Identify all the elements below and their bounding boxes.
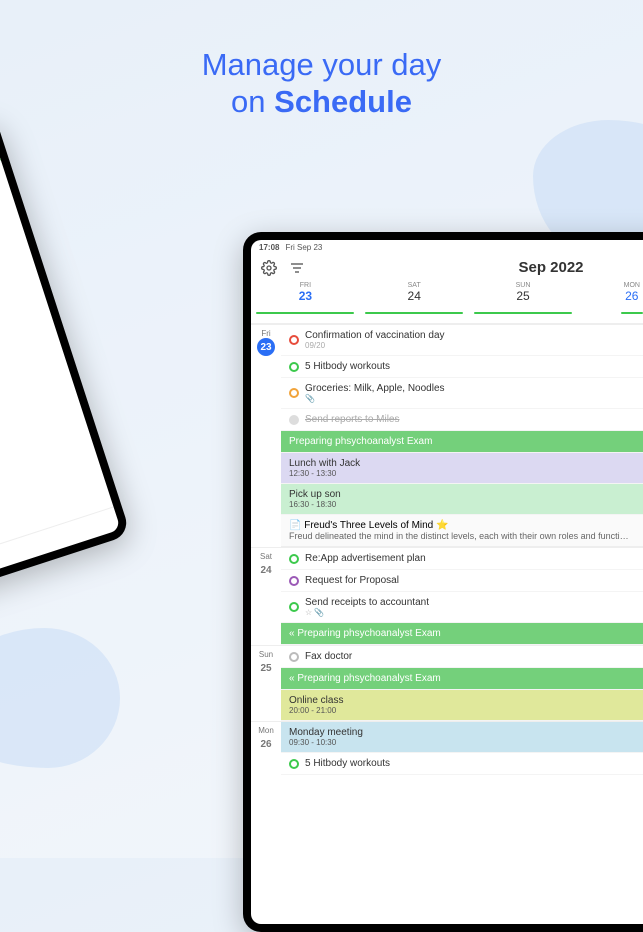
- hero-heading: Manage your day on Schedule: [0, 0, 643, 120]
- day-number: 25: [257, 659, 275, 677]
- day-col-fri[interactable]: FRI 23: [251, 282, 360, 321]
- task-extra: 📎: [305, 394, 445, 403]
- task-row[interactable]: Confirmation of vaccination day 09/20: [281, 325, 643, 356]
- week-strip[interactable]: FRI 23 SAT 24 SUN 25 MON 26 TUE 27: [251, 280, 643, 324]
- event-block[interactable]: « Preparing phsychoanalyst Exam: [281, 668, 643, 690]
- status-date: Fri Sep 23: [285, 243, 322, 252]
- task-title: Groceries: Milk, Apple, Noodles: [305, 383, 445, 394]
- event-block[interactable]: Lunch with Jack 12:30 - 13:30: [281, 453, 643, 484]
- dot-icon: [289, 362, 299, 372]
- task-row[interactable]: 5 Hitbody workouts: [281, 356, 643, 378]
- dot-icon: [289, 388, 299, 398]
- toolbar: Sep 2022: [251, 255, 643, 280]
- date-label: Mon 26: [251, 722, 281, 775]
- task-row-completed[interactable]: Send reports to Miles: [281, 409, 643, 431]
- dot-icon: [289, 335, 299, 345]
- dot-icon: [289, 415, 299, 425]
- status-time: 17:08: [259, 243, 279, 252]
- task-title: 5 Hitbody workouts: [305, 361, 390, 372]
- bg-blob: [0, 628, 120, 768]
- schedule-content[interactable]: Fri 23 Confirmation of vaccination day 0…: [251, 324, 643, 924]
- block-title: « Preparing phsychoanalyst Exam: [289, 673, 441, 684]
- day-number: 24: [360, 289, 469, 303]
- task-row[interactable]: Request for Proposal: [281, 570, 643, 592]
- day-col-sun[interactable]: SUN 25: [469, 282, 578, 321]
- note-title: 📄 Freud's Three Levels of Mind ⭐: [289, 520, 643, 531]
- date-label: Fri 23: [251, 325, 281, 547]
- block-time: 09:30 - 10:30: [289, 738, 643, 747]
- dow-label: SAT: [360, 282, 469, 289]
- day-number: 23: [257, 338, 275, 356]
- day-col-mon[interactable]: MON 26: [577, 282, 643, 321]
- task-row[interactable]: 5 Hitbody workouts: [281, 753, 643, 775]
- task-title: Fax doctor: [305, 651, 352, 662]
- hero-line2: on Schedule: [0, 83, 643, 120]
- task-title: Request for Proposal: [305, 575, 399, 586]
- day-section-fri23: Fri 23 Confirmation of vaccination day 0…: [251, 324, 643, 547]
- task-row[interactable]: Send receipts to accountant☆ 📎: [281, 592, 643, 623]
- date-label: Sun 25: [251, 646, 281, 721]
- day-section-mon26: Mon 26 Monday meeting 09:30 - 10:30 5 Hi…: [251, 721, 643, 775]
- tablet-main: 17:08 Fri Sep 23 Sep 2022 FRI 23 SAT 24: [243, 232, 643, 932]
- task-row[interactable]: Re:App advertisement plan: [281, 548, 643, 570]
- tablet-left: 23 24 st Exam Re:App advertisement Reque…: [0, 116, 131, 624]
- month-title[interactable]: Sep 2022: [317, 259, 643, 276]
- block-title: Online class: [289, 695, 643, 706]
- day-col-sat[interactable]: SAT 24: [360, 282, 469, 321]
- dow-label: MON: [577, 282, 643, 289]
- task-title: Confirmation of vaccination day: [305, 330, 445, 341]
- task-title: Send reports to Miles: [305, 414, 400, 425]
- block-title: « Preparing phsychoanalyst Exam: [289, 628, 441, 639]
- block-title: Preparing phsychoanalyst Exam: [289, 436, 432, 447]
- block-title: Monday meeting: [289, 727, 643, 738]
- day-number: 24: [257, 561, 275, 579]
- block-title: Pick up son: [289, 489, 643, 500]
- task-extra: ☆ 📎: [305, 608, 429, 617]
- task-title: Send receipts to accountant: [305, 597, 429, 608]
- dot-icon: [289, 652, 299, 662]
- block-time: 12:30 - 13:30: [289, 469, 643, 478]
- block-time: 20:00 - 21:00: [289, 706, 643, 715]
- dot-icon: [289, 554, 299, 564]
- block-time: 16:30 - 18:30: [289, 500, 643, 509]
- dot-icon: [289, 759, 299, 769]
- day-section-sun25: Sun 25 Fax doctor « Preparing phsychoana…: [251, 645, 643, 721]
- event-block[interactable]: Online class 20:00 - 21:00: [281, 690, 643, 721]
- event-block[interactable]: Pick up son 16:30 - 18:30: [281, 484, 643, 515]
- dow-label: FRI: [251, 282, 360, 289]
- task-row[interactable]: Groceries: Milk, Apple, Noodles 📎: [281, 378, 643, 409]
- gear-icon[interactable]: [261, 260, 277, 276]
- note-body: Freud delineated the mind in the distinc…: [289, 531, 643, 541]
- day-number: 25: [469, 289, 578, 303]
- dot-icon: [289, 576, 299, 586]
- day-section-sat24: Sat 24 Re:App advertisement plan Request…: [251, 547, 643, 645]
- date-label: Sat 24: [251, 548, 281, 645]
- task-title: Re:App advertisement plan: [305, 553, 426, 564]
- hero-line1: Manage your day: [0, 46, 643, 83]
- note-block[interactable]: 📄 Freud's Three Levels of Mind ⭐ Freud d…: [281, 515, 643, 547]
- event-block[interactable]: Monday meeting 09:30 - 10:30: [281, 722, 643, 753]
- task-row[interactable]: Fax doctor: [281, 646, 643, 668]
- day-number: 26: [577, 289, 643, 303]
- block-title: Lunch with Jack: [289, 458, 643, 469]
- dow-label: Sun: [259, 650, 273, 659]
- dow-label: Mon: [258, 726, 274, 735]
- task-title: 5 Hitbody workouts: [305, 758, 390, 769]
- event-block[interactable]: Preparing phsychoanalyst Exam: [281, 431, 643, 453]
- filter-icon[interactable]: [289, 260, 305, 276]
- day-number: 23: [251, 289, 360, 303]
- day-number: 26: [257, 735, 275, 753]
- hero-line2-prefix: on: [231, 84, 274, 119]
- task-sub: 09/20: [305, 341, 445, 350]
- dow-label: SUN: [469, 282, 578, 289]
- dow-label: Sat: [260, 552, 272, 561]
- hero-line2-bold: Schedule: [274, 84, 412, 119]
- dot-icon: [289, 602, 299, 612]
- status-bar: 17:08 Fri Sep 23: [251, 240, 643, 255]
- event-block[interactable]: « Preparing phsychoanalyst Exam: [281, 623, 643, 645]
- dow-label: Fri: [261, 329, 270, 338]
